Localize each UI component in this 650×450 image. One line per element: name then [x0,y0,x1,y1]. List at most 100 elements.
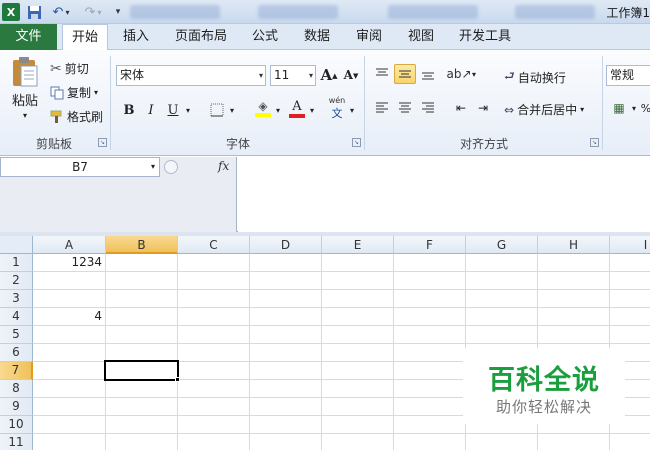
align-right-icon [422,102,434,113]
phonetic-button[interactable]: wén 文 [326,96,348,120]
group-divider [110,56,111,150]
font-color-dropdown-icon[interactable]: ▾ [306,100,318,120]
alignment-group-label: 对齐方式 [459,137,508,151]
copy-button[interactable]: 复制 ▾ [50,84,98,101]
accounting-dropdown-icon[interactable]: ▾ [628,98,640,118]
row-header-9[interactable]: 9 [0,398,33,416]
accounting-format-button[interactable]: ▦ [608,98,630,118]
underline-dropdown-icon[interactable]: ▾ [182,100,194,120]
align-top-button[interactable] [371,64,393,84]
clipboard-dialog-launcher-icon[interactable]: ↘ [98,138,107,147]
row-header-2[interactable]: 2 [0,272,33,290]
row-header-10[interactable]: 10 [0,416,33,434]
font-color-button[interactable]: A [286,98,308,118]
cell-a1[interactable]: 1234 [34,254,105,271]
fill-color-dropdown-icon[interactable]: ▾ [272,100,284,120]
gridline [321,254,322,450]
align-left-icon [376,102,388,113]
row-header-1[interactable]: 1 [0,254,33,272]
borders-button[interactable] [206,100,228,120]
format-painter-button[interactable]: 格式刷 [50,108,103,125]
align-center-icon [399,102,411,113]
save-icon[interactable] [26,3,42,21]
undo-icon[interactable]: ↶ ▾ [48,3,74,21]
decrease-indent-button[interactable]: ⇤ [450,98,472,118]
wrap-text-button[interactable]: ⮐ 自动换行 [504,67,566,88]
tab-view[interactable]: 视图 [399,24,443,50]
cut-button[interactable]: ✂ 剪切 [50,60,89,77]
percent-button[interactable]: % [641,98,650,118]
row-header-7[interactable]: 7 [0,362,33,380]
tab-insert[interactable]: 插入 [113,24,159,50]
phonetic-dropdown-icon[interactable]: ▾ [346,100,358,120]
row-header-5[interactable]: 5 [0,326,33,344]
column-header-d[interactable]: D [250,236,322,254]
row-header-3[interactable]: 3 [0,290,33,308]
align-right-button[interactable] [417,98,439,118]
underline-button[interactable]: U [162,100,184,120]
insert-function-button[interactable]: fx [218,159,229,173]
fill-handle[interactable] [175,377,180,382]
row-header-11[interactable]: 11 [0,434,33,450]
formula-input[interactable] [238,157,650,232]
customize-quick-access-icon[interactable]: ▾ [112,3,124,21]
watermark-subtitle: 助你轻松解决 [495,398,592,416]
tab-data[interactable]: 数据 [295,24,339,50]
column-header-a[interactable]: A [33,236,106,254]
column-header-i[interactable]: I [610,236,650,254]
merge-center-button[interactable]: ⇔ 合并后居中 ▾ [504,101,584,118]
italic-button[interactable]: I [140,100,162,120]
excel-logo-icon[interactable]: X [2,3,20,21]
column-header-b[interactable]: B [106,236,178,254]
merge-center-icon: ⇔ [504,102,515,117]
align-bottom-button[interactable] [417,64,439,84]
grow-font-icon: A [320,66,333,84]
chevron-down-icon[interactable]: ▾ [23,111,27,120]
align-left-button[interactable] [371,98,393,118]
tab-review[interactable]: 审阅 [347,24,391,50]
select-all-corner[interactable] [0,236,33,254]
tab-file[interactable]: 文件 [0,24,57,50]
grow-font-button[interactable]: A ▲ [318,65,340,85]
bold-button[interactable]: B [118,100,140,120]
align-middle-button[interactable] [394,64,416,84]
column-header-g[interactable]: G [466,236,538,254]
tab-formulas[interactable]: 公式 [243,24,287,50]
align-center-button[interactable] [394,98,416,118]
row-header-4[interactable]: 4 [0,308,33,326]
increase-indent-button[interactable]: ⇥ [472,98,494,118]
chevron-down-icon[interactable]: ▾ [94,88,98,97]
active-cell[interactable] [104,360,179,381]
font-size-select[interactable]: 11 ▾ [270,65,316,86]
chevron-down-icon[interactable]: ▾ [151,158,155,176]
cell-a4[interactable]: 4 [34,308,105,325]
name-box[interactable]: B7 ▾ [0,157,160,177]
orientation-dropdown-icon[interactable]: ▾ [469,64,479,84]
tab-home[interactable]: 开始 [62,24,108,51]
gridline [33,289,650,290]
alignment-dialog-launcher-icon[interactable]: ↘ [590,138,599,147]
column-header-c[interactable]: C [178,236,250,254]
fill-color-button[interactable]: ◈ [252,98,274,118]
paste-button[interactable]: 粘贴 ▾ [8,56,42,130]
orientation-button[interactable]: ab↗ [446,64,471,84]
borders-dropdown-icon[interactable]: ▾ [226,100,238,120]
column-header-e[interactable]: E [322,236,394,254]
row-header-6[interactable]: 6 [0,344,33,362]
redo-icon[interactable]: ↷ ▾ [80,3,106,21]
fill-color-swatch [255,113,271,117]
row-header-8[interactable]: 8 [0,380,33,398]
shrink-font-button[interactable]: A ▼ [340,65,362,85]
gridline [33,325,650,326]
gridline [177,254,178,450]
font-dialog-launcher-icon[interactable]: ↘ [352,138,361,147]
tab-page-layout[interactable]: 页面布局 [168,24,234,50]
tab-developer[interactable]: 开发工具 [452,24,518,50]
font-name-select[interactable]: 宋体 ▾ [116,65,266,86]
chevron-down-icon[interactable]: ▾ [580,105,584,114]
formula-splitter-icon[interactable] [164,160,178,174]
column-header-h[interactable]: H [538,236,610,254]
borders-icon [210,103,224,117]
number-format-select[interactable]: 常规 [606,65,650,86]
column-header-f[interactable]: F [394,236,466,254]
